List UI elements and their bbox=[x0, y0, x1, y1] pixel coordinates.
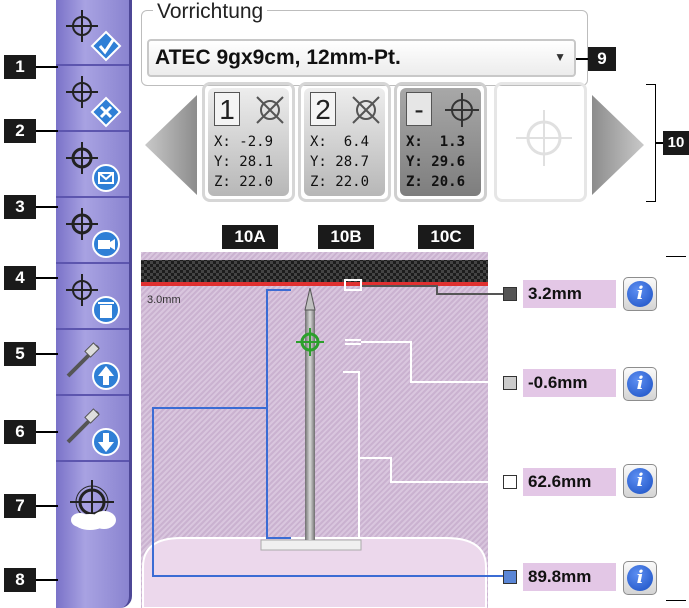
callout-line bbox=[36, 431, 58, 433]
measurement-value: 89.8mm bbox=[523, 563, 616, 591]
bracket bbox=[666, 256, 686, 257]
bracket bbox=[666, 600, 686, 601]
callout-2: 2 bbox=[4, 119, 36, 143]
needle-down-button[interactable] bbox=[56, 396, 129, 462]
info-button[interactable]: i bbox=[623, 464, 657, 498]
crosshair-icon bbox=[445, 93, 479, 127]
crosshair-trash-icon bbox=[66, 274, 120, 324]
callout-4: 4 bbox=[4, 266, 36, 290]
target-number: 1 bbox=[214, 92, 240, 126]
callout-line bbox=[576, 58, 588, 60]
target-y-coord: Y: 28.1 bbox=[214, 154, 274, 170]
measurement-row: 62.6mm bbox=[503, 468, 621, 496]
target-card-active[interactable]: - X: 1.3 Y: 29.6 Z: 20.6 bbox=[394, 82, 487, 202]
next-target-arrow[interactable] bbox=[590, 95, 646, 195]
device-selected-value: ATEC 9gx9cm, 12mm-Pt. bbox=[155, 46, 401, 69]
callout-3: 3 bbox=[4, 195, 36, 219]
callout-9: 9 bbox=[588, 47, 616, 71]
camera-target-button[interactable] bbox=[56, 198, 129, 264]
target-y-coord: Y: 29.6 bbox=[406, 154, 466, 170]
target-z-coord: Z: 20.6 bbox=[406, 174, 466, 190]
measurement-row: 3.2mm bbox=[503, 280, 621, 308]
chevron-down-icon: ▼ bbox=[554, 50, 566, 64]
callout-8: 8 bbox=[4, 568, 36, 592]
info-icon: i bbox=[627, 371, 653, 397]
previous-target-arrow[interactable] bbox=[143, 95, 199, 195]
crosshair-cloud-icon bbox=[70, 480, 116, 530]
measurement-value: 3.2mm bbox=[523, 280, 616, 308]
measurement-value: -0.6mm bbox=[523, 369, 616, 397]
target-number: 2 bbox=[310, 92, 336, 126]
measurement-swatch bbox=[503, 570, 517, 584]
crosshair-check-icon bbox=[66, 10, 122, 62]
target-x-coord: X: -2.9 bbox=[214, 134, 274, 150]
device-label: Vorrichtung bbox=[153, 0, 268, 24]
callout-10: 10 bbox=[663, 131, 689, 155]
info-button[interactable]: i bbox=[623, 561, 657, 595]
callout-line bbox=[36, 66, 58, 68]
target-x-icon bbox=[256, 96, 284, 124]
target-x-coord: X: 1.3 bbox=[406, 134, 466, 150]
info-icon: i bbox=[627, 565, 653, 591]
send-target-button[interactable] bbox=[56, 132, 129, 198]
info-icon: i bbox=[627, 468, 653, 494]
info-icon: i bbox=[627, 281, 653, 307]
callout-6: 6 bbox=[4, 420, 36, 444]
callout-1: 1 bbox=[4, 55, 36, 79]
measurement-connectors bbox=[152, 279, 503, 577]
callout-5: 5 bbox=[4, 342, 36, 366]
crosshair-icon bbox=[516, 110, 572, 166]
needle-up-icon bbox=[66, 342, 120, 390]
measurement-value: 62.6mm bbox=[523, 468, 616, 496]
callout-line bbox=[36, 130, 58, 132]
device-dropdown[interactable]: ATEC 9gx9cm, 12mm-Pt. ▼ bbox=[147, 39, 576, 77]
target-y-coord: Y: 28.7 bbox=[310, 154, 370, 170]
measurement-row: 89.8mm bbox=[503, 563, 621, 591]
reject-target-button[interactable] bbox=[56, 66, 129, 132]
target-card-1[interactable]: 1 X: -2.9 Y: 28.1 Z: 22.0 bbox=[202, 82, 295, 202]
callout-line bbox=[36, 505, 58, 507]
delete-target-button[interactable] bbox=[56, 264, 129, 330]
measurement-swatch bbox=[503, 475, 517, 489]
target-toolbar bbox=[56, 0, 132, 608]
bracket bbox=[646, 84, 656, 202]
target-z-coord: Z: 22.0 bbox=[310, 174, 370, 190]
info-button[interactable]: i bbox=[623, 277, 657, 311]
target-z-coord: Z: 22.0 bbox=[214, 174, 274, 190]
callout-7: 7 bbox=[4, 494, 36, 518]
callout-10b: 10B bbox=[318, 225, 374, 249]
target-number: - bbox=[406, 92, 432, 126]
info-button[interactable]: i bbox=[623, 367, 657, 401]
target-x-icon bbox=[352, 96, 380, 124]
needle-up-button[interactable] bbox=[56, 330, 129, 396]
measurement-row: -0.6mm bbox=[503, 369, 621, 397]
crosshair-x-icon bbox=[66, 76, 122, 128]
callout-line bbox=[36, 206, 58, 208]
callout-10c: 10C bbox=[418, 225, 474, 249]
cloud-target-button[interactable] bbox=[56, 462, 129, 542]
target-x-coord: X: 6.4 bbox=[310, 134, 370, 150]
callout-line bbox=[36, 353, 58, 355]
measurement-swatch bbox=[503, 287, 517, 301]
needle-down-icon bbox=[66, 408, 120, 456]
callout-line bbox=[36, 579, 58, 581]
crosshair-send-icon bbox=[66, 142, 120, 192]
target-card-2[interactable]: 2 X: 6.4 Y: 28.7 Z: 22.0 bbox=[298, 82, 391, 202]
callout-10a: 10A bbox=[222, 225, 278, 249]
target-card-empty[interactable] bbox=[494, 82, 587, 202]
accept-target-button[interactable] bbox=[56, 0, 129, 66]
measurement-swatch bbox=[503, 376, 517, 390]
crosshair-camera-icon bbox=[66, 208, 120, 258]
callout-line bbox=[36, 277, 58, 279]
